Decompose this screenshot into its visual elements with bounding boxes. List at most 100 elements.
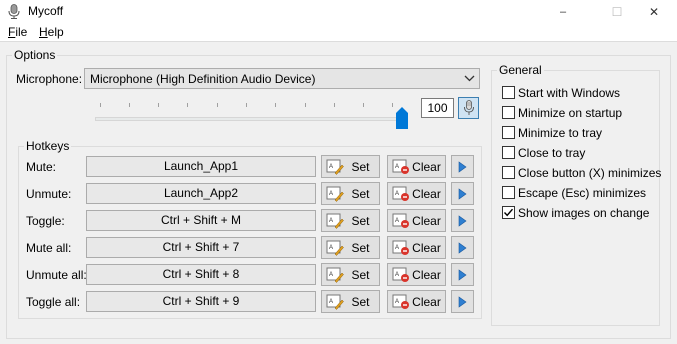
set-button-label: Set <box>351 186 370 201</box>
checkbox[interactable] <box>502 146 515 159</box>
svg-text:A: A <box>329 191 333 197</box>
checkbox-label[interactable]: Close to tray <box>518 146 585 160</box>
play-icon <box>458 241 467 254</box>
checkbox[interactable] <box>502 206 515 219</box>
set-hotkey-button[interactable]: A Set <box>321 236 380 259</box>
slider-tick <box>217 103 218 107</box>
slider-tick <box>334 103 335 107</box>
run-hotkey-button[interactable] <box>451 263 474 286</box>
checkbox[interactable] <box>502 106 515 119</box>
hotkey-field[interactable]: Launch_App1 <box>86 156 316 177</box>
clear-button-label: Clear <box>412 186 441 201</box>
close-button[interactable]: ✕ <box>631 0 677 23</box>
clear-button-label: Clear <box>412 213 441 228</box>
hotkey-field[interactable]: Ctrl + Shift + M <box>86 210 316 231</box>
microphone-selected-value: Microphone (High Definition Audio Device… <box>90 72 316 86</box>
clear-hotkey-icon: A <box>392 267 409 282</box>
clear-hotkey-button[interactable]: A Clear <box>387 290 446 313</box>
slider-tick <box>363 103 364 107</box>
checkbox[interactable] <box>502 186 515 199</box>
set-hotkey-button[interactable]: A Set <box>321 263 380 286</box>
run-hotkey-button[interactable] <box>451 155 474 178</box>
edit-hotkey-icon: A <box>326 240 344 256</box>
play-icon <box>458 295 467 308</box>
hotkey-field[interactable]: Ctrl + Shift + 9 <box>86 291 316 312</box>
checkbox-label[interactable]: Start with Windows <box>518 86 620 100</box>
svg-text:A: A <box>395 218 399 224</box>
hotkey-label: Unmute: <box>26 187 72 201</box>
slider-tick <box>275 103 276 107</box>
set-hotkey-button[interactable]: A Set <box>321 155 380 178</box>
play-icon <box>458 214 467 227</box>
clear-hotkey-button[interactable]: A Clear <box>387 209 446 232</box>
hotkey-field[interactable]: Launch_App2 <box>86 183 316 204</box>
svg-text:A: A <box>329 164 333 170</box>
set-hotkey-button[interactable]: A Set <box>321 290 380 313</box>
clear-hotkey-button[interactable]: A Clear <box>387 155 446 178</box>
microphone-test-button[interactable] <box>458 97 479 119</box>
hotkey-field[interactable]: Ctrl + Shift + 8 <box>86 264 316 285</box>
menu-file-label: ile <box>15 25 28 39</box>
set-button-label: Set <box>351 159 370 174</box>
svg-text:A: A <box>395 245 399 251</box>
microphone-label: Microphone: <box>16 72 83 86</box>
clear-hotkey-icon: A <box>392 186 409 201</box>
checkbox-label[interactable]: Minimize on startup <box>518 106 622 120</box>
menu-help-hotkey: H <box>39 25 48 39</box>
svg-text:A: A <box>329 299 333 305</box>
run-hotkey-button[interactable] <box>451 182 474 205</box>
volume-slider-thumb[interactable] <box>396 107 408 129</box>
clear-button-label: Clear <box>412 159 441 174</box>
edit-hotkey-icon: A <box>326 159 344 175</box>
run-hotkey-button[interactable] <box>451 236 474 259</box>
clear-hotkey-button[interactable]: A Clear <box>387 263 446 286</box>
menu-help-label: elp <box>47 25 64 39</box>
checkbox-label[interactable]: Show images on change <box>518 206 649 220</box>
set-button-label: Set <box>351 294 370 309</box>
run-hotkey-button[interactable] <box>451 290 474 313</box>
menu-bar: File Help <box>0 23 677 42</box>
checkbox-label[interactable]: Close button (X) minimizes <box>518 166 661 180</box>
play-icon <box>458 160 467 173</box>
clear-hotkey-icon: A <box>392 294 409 309</box>
hotkey-label: Mute all: <box>26 241 72 255</box>
close-icon: ✕ <box>648 4 660 19</box>
slider-tick <box>246 103 247 107</box>
clear-hotkey-button[interactable]: A Clear <box>387 236 446 259</box>
clear-hotkey-button[interactable]: A Clear <box>387 182 446 205</box>
checkbox[interactable] <box>502 126 515 139</box>
svg-text:A: A <box>329 245 333 251</box>
clear-button-label: Clear <box>412 267 441 282</box>
slider-tick <box>100 103 101 107</box>
svg-text:A: A <box>395 272 399 278</box>
svg-text:A: A <box>329 272 333 278</box>
hotkey-label: Toggle all: <box>26 295 81 309</box>
window-title: Mycoff <box>28 4 64 18</box>
volume-slider-track[interactable] <box>95 117 407 121</box>
menu-help[interactable]: Help <box>39 25 64 39</box>
chevron-down-icon <box>464 75 475 82</box>
set-hotkey-button[interactable]: A Set <box>321 209 380 232</box>
checkbox[interactable] <box>502 86 515 99</box>
checkbox-label[interactable]: Escape (Esc) minimizes <box>518 186 646 200</box>
edit-hotkey-icon: A <box>326 213 344 229</box>
menu-file[interactable]: File <box>8 25 27 39</box>
svg-text:A: A <box>395 191 399 197</box>
set-button-label: Set <box>351 267 370 282</box>
microphone-app-icon <box>8 4 20 19</box>
clear-button-label: Clear <box>412 240 441 255</box>
run-hotkey-button[interactable] <box>451 209 474 232</box>
volume-value-field[interactable]: 100 <box>421 98 454 118</box>
checkbox[interactable] <box>502 166 515 179</box>
hotkey-field[interactable]: Ctrl + Shift + 7 <box>86 237 316 258</box>
set-button-label: Set <box>351 213 370 228</box>
edit-hotkey-icon: A <box>326 294 344 310</box>
svg-text:A: A <box>395 164 399 170</box>
options-group-label: Options <box>12 48 58 62</box>
microphone-icon <box>463 100 474 115</box>
minimize-button[interactable]: – <box>540 0 586 23</box>
microphone-dropdown[interactable]: Microphone (High Definition Audio Device… <box>84 68 480 89</box>
checkmark-icon <box>503 208 514 217</box>
set-hotkey-button[interactable]: A Set <box>321 182 380 205</box>
checkbox-label[interactable]: Minimize to tray <box>518 126 602 140</box>
